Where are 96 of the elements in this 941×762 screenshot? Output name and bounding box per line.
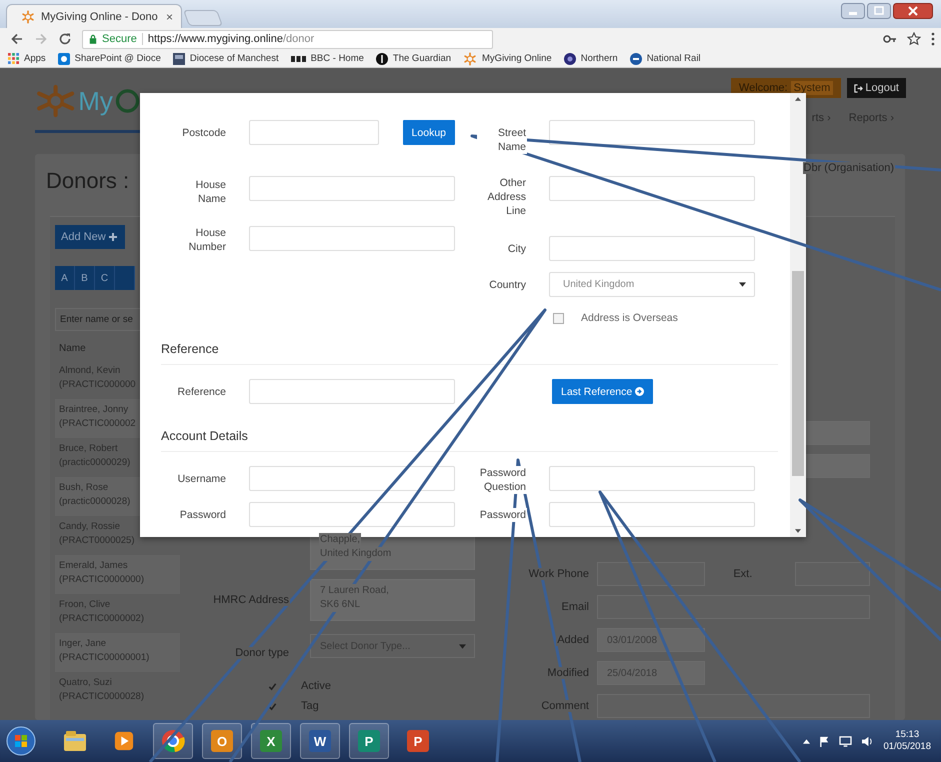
bookmark-item[interactable]: Diocese of Manchest	[172, 52, 279, 64]
checkbox-label: Address is Overseas	[580, 312, 679, 324]
scrollbar-thumb[interactable]	[792, 271, 804, 476]
scrollbar[interactable]	[790, 93, 806, 537]
taskbar-app-button[interactable]: W	[300, 723, 340, 759]
lookup-button[interactable]: Lookup	[402, 120, 455, 145]
taskbar-app-button[interactable]: P	[349, 723, 389, 759]
bookmark-item[interactable]: National Rail	[630, 52, 701, 64]
caret-icon	[459, 644, 466, 648]
taskbar-app-button[interactable]: O	[202, 723, 242, 759]
bookmark-item[interactable]: The Guardian	[376, 52, 452, 64]
text-field[interactable]	[597, 595, 870, 619]
key-icon[interactable]	[883, 34, 897, 44]
field-label: Street Name	[477, 126, 527, 154]
folder-icon	[63, 730, 87, 752]
favicon-star-icon	[21, 10, 35, 24]
ring-dot-icon	[564, 52, 576, 64]
donor-list-item[interactable]: Inger, Jane (PRACTIC00000001)	[55, 633, 180, 672]
tab-title: MyGiving Online - Dono	[41, 10, 159, 22]
network-icon[interactable]	[839, 736, 852, 746]
close-tab-button[interactable]: ×	[166, 10, 173, 24]
arrow-circle-icon	[635, 387, 644, 396]
donor-list-item[interactable]: Emerald, James (PRACTIC0000000)	[55, 555, 180, 594]
speaker-icon[interactable]	[861, 736, 874, 746]
circle-bar-icon	[376, 52, 388, 64]
bookmark-item[interactable]: Northern	[564, 52, 618, 64]
clock[interactable]: 15:13 01/05/2018	[883, 729, 931, 753]
logout-button[interactable]: Logout	[847, 78, 906, 98]
country-dropdown[interactable]: United Kingdom	[549, 272, 755, 297]
checkbox[interactable]	[553, 312, 564, 324]
browser-tab[interactable]: MyGiving Online - Dono ×	[6, 4, 182, 28]
framed-square-icon	[172, 52, 185, 64]
text-field[interactable]	[597, 694, 870, 718]
logout-icon	[854, 84, 864, 92]
bookmark-item[interactable]: SharePoint @ Dioce	[58, 52, 161, 64]
bookmark-item[interactable]: Apps	[8, 53, 46, 64]
chrome-ring-icon	[161, 729, 185, 753]
scroll-down-icon[interactable]	[795, 529, 801, 533]
field-label: Comment	[540, 700, 590, 712]
field-label: City	[506, 242, 527, 256]
add-new-button[interactable]: Add New	[55, 225, 125, 249]
caret-icon	[739, 282, 746, 287]
app-letter-icon: O	[211, 730, 233, 752]
maximize-button[interactable]	[867, 3, 891, 19]
apps-grid-icon	[8, 53, 19, 64]
field-label: Added	[556, 634, 590, 646]
reload-icon[interactable]	[58, 32, 72, 46]
field-label: Email	[560, 601, 590, 613]
play-square-icon	[114, 731, 134, 751]
checkbox[interactable]	[267, 680, 278, 692]
bookmark-item[interactable]: BBC - Home	[290, 53, 364, 64]
app-letter-icon: W	[309, 730, 331, 752]
extension-field[interactable]	[795, 562, 870, 586]
checkbox-label: Tag	[300, 700, 320, 712]
field-label: Modified	[546, 667, 590, 679]
postcode-field[interactable]	[249, 120, 379, 145]
logo-star-icon	[35, 83, 76, 119]
logo-ring-icon	[114, 87, 140, 115]
taskbar-app-button[interactable]: X	[251, 723, 291, 759]
column-header: Name	[59, 343, 86, 354]
taskbar-app-button[interactable]: P	[398, 723, 438, 759]
logo-text: My	[78, 86, 113, 116]
menu-icon[interactable]	[931, 32, 935, 46]
close-window-button[interactable]	[893, 3, 933, 19]
field-label: Work Phone	[528, 568, 590, 580]
field-label: Country	[488, 278, 527, 292]
section-heading: Account Details	[161, 429, 778, 452]
three-blocks-icon	[290, 56, 306, 62]
plus-icon	[108, 233, 117, 241]
flag-icon[interactable]	[819, 736, 830, 746]
square-dot-icon	[58, 52, 70, 64]
lock-icon	[89, 34, 97, 44]
field-label: Donor type	[234, 647, 290, 659]
field-label: Password	[478, 508, 527, 522]
address-bar[interactable]: Secure https://www.mygiving.online/donor	[82, 30, 493, 48]
url-text: https://www.mygiving.online/donor	[148, 33, 314, 45]
show-hidden-icons[interactable]	[803, 738, 810, 744]
checkbox-label: Active	[300, 680, 332, 692]
app-letter-icon: P	[358, 730, 380, 752]
bookmark-item[interactable]: MyGiving Online	[463, 52, 552, 66]
field-label: HMRC Address	[212, 594, 290, 606]
secure-label: Secure	[102, 33, 137, 45]
last-reference-button[interactable]: Last Reference	[552, 379, 654, 404]
organisation-label: Dbr (Organisation)	[802, 162, 895, 174]
circle-dash-icon	[630, 52, 642, 64]
phone-field[interactable]	[597, 562, 705, 586]
app-letter-icon: P	[407, 730, 429, 752]
back-arrow-icon[interactable]	[10, 32, 24, 46]
checkbox[interactable]	[267, 700, 278, 712]
bookmark-star-icon[interactable]	[907, 32, 921, 46]
app-letter-icon: X	[260, 730, 282, 752]
page-title: Donors :	[46, 168, 130, 194]
minimize-button[interactable]	[841, 3, 865, 19]
section-heading: Reference	[161, 342, 778, 365]
start-button[interactable]	[6, 726, 36, 756]
taskbar-app-button[interactable]	[153, 723, 193, 759]
